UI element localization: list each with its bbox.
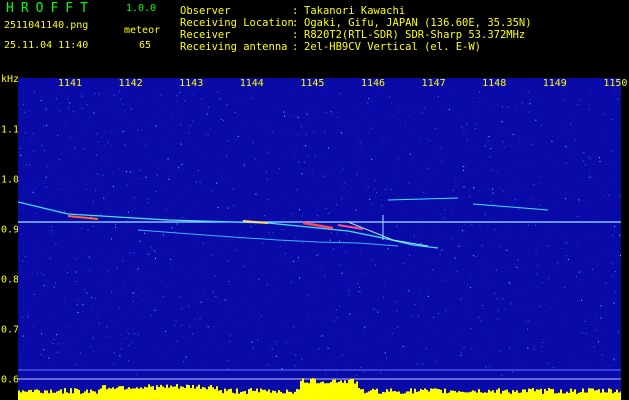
capture-datetime: 25.11.04 11:40: [4, 40, 89, 51]
time-tick-label: 1146: [360, 78, 386, 89]
app-version: 1.0.0: [126, 3, 157, 14]
frequency-unit-label: kHz: [1, 74, 20, 85]
info-row-antenna: Receiving antenna:2el-HB9CV Vertical (el…: [180, 41, 482, 53]
header-panel: HROFFT 1.0.0 2511041140.png 25.11.04 11:…: [0, 0, 629, 72]
info-row-location: Receiving Location: Ogaki, Gifu, JAPAN (1…: [180, 17, 532, 29]
frequency-tick-label: 0.7: [1, 324, 20, 336]
info-row-observer: Observer: Takanori Kawachi: [180, 5, 406, 17]
time-tick-label: 1150: [603, 78, 628, 89]
frequency-tick-label: 0.6: [1, 374, 20, 386]
frequency-tick-label: 0.8: [1, 274, 20, 286]
spectrogram: [18, 90, 621, 400]
time-tick-label: 1144: [239, 78, 264, 89]
time-tick-label: 1145: [300, 78, 325, 89]
frequency-tick-label: 0.9: [1, 224, 20, 236]
time-tick-label: 1147: [421, 78, 446, 89]
time-tick-label: 1148: [482, 78, 507, 89]
info-row-receiver: Receiver: R820T2(RTL-SDR) SDR-Sharp 53.37…: [180, 29, 526, 41]
frequency-tick-label: 1.0: [1, 174, 20, 186]
file-name: 2511041140.png: [4, 20, 89, 31]
time-tick-label: 1142: [118, 78, 143, 89]
meteor-label: meteor: [124, 25, 161, 36]
time-tick-label: 1141: [57, 78, 83, 89]
spectrogram-background: [18, 90, 621, 400]
time-tick-label: 1149: [542, 78, 567, 89]
frequency-tick-label: 1.1: [1, 124, 20, 136]
app-title: HROFFT: [6, 1, 95, 16]
time-tick-label: 1143: [179, 78, 204, 89]
station-info: Observer: Takanori Kawachi Receiving Loca…: [180, 5, 532, 53]
meteor-count: 65: [139, 40, 152, 51]
